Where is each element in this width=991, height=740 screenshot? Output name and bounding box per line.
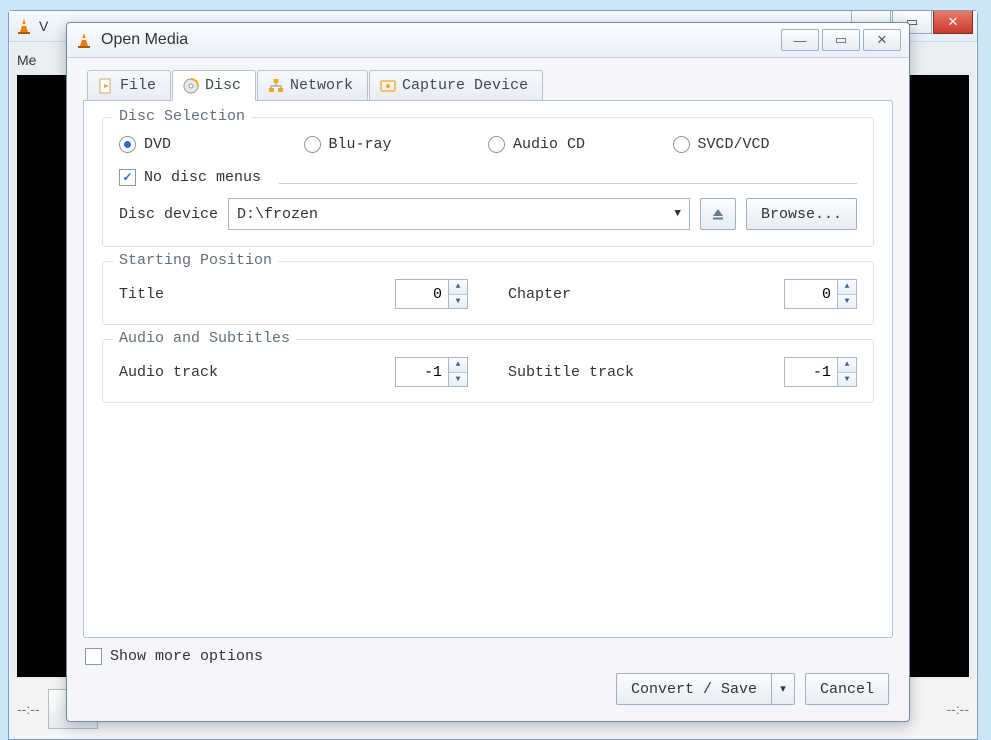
tab-network-label: Network — [290, 77, 353, 94]
vlc-cone-icon — [15, 17, 33, 35]
stepper-up-icon[interactable]: ▲ — [838, 280, 856, 295]
tab-disc-panel: Disc Selection DVD Blu-ray Audio CD — [83, 100, 893, 638]
tab-disc[interactable]: Disc — [172, 70, 256, 101]
network-icon — [268, 78, 284, 94]
convert-save-dropdown[interactable] — [772, 673, 795, 705]
dropdown-arrow-icon: ▼ — [674, 208, 681, 220]
tab-file[interactable]: File — [87, 70, 171, 101]
no-disc-menus-label: No disc menus — [144, 169, 261, 186]
radio-dvd-label: DVD — [144, 136, 171, 153]
starting-position-label: Starting Position — [113, 252, 278, 269]
convert-save-label: Convert / Save — [631, 681, 757, 698]
file-icon — [98, 78, 114, 94]
eject-button[interactable] — [700, 198, 736, 230]
vlc-cone-icon — [75, 31, 93, 49]
tab-network[interactable]: Network — [257, 70, 368, 101]
vlc-time-elapsed: --:-- — [17, 701, 40, 717]
radio-svcd-label: SVCD/VCD — [698, 136, 770, 153]
radio-icon — [488, 136, 505, 153]
stepper-down-icon[interactable]: ▼ — [838, 295, 856, 309]
stepper-up-icon[interactable]: ▲ — [449, 358, 467, 373]
cancel-button[interactable]: Cancel — [805, 673, 889, 705]
title-label: Title — [119, 286, 395, 303]
chapter-input[interactable] — [784, 279, 837, 309]
disc-device-combo[interactable]: D:\frozen ▼ — [228, 198, 690, 230]
audio-subtitles-label: Audio and Subtitles — [113, 330, 296, 347]
convert-save-split-button[interactable]: Convert / Save — [616, 673, 795, 705]
disc-selection-group: Disc Selection DVD Blu-ray Audio CD — [102, 117, 874, 247]
tab-disc-label: Disc — [205, 77, 241, 94]
subtitle-track-input[interactable] — [784, 357, 837, 387]
disc-device-label: Disc device — [119, 206, 218, 223]
radio-icon — [673, 136, 690, 153]
stepper-down-icon[interactable]: ▼ — [449, 295, 467, 309]
show-more-options-label: Show more options — [110, 648, 263, 665]
browse-button[interactable]: Browse... — [746, 198, 857, 230]
tab-file-label: File — [120, 77, 156, 94]
tab-capture-label: Capture Device — [402, 77, 528, 94]
show-more-options-checkbox[interactable] — [85, 648, 102, 665]
disc-icon — [183, 78, 199, 94]
tab-capture[interactable]: Capture Device — [369, 70, 543, 101]
radio-icon — [119, 136, 136, 153]
vlc-time-total: --:-- — [946, 701, 969, 717]
browse-button-label: Browse... — [761, 206, 842, 223]
dialog-minimize-button[interactable]: — — [781, 29, 819, 51]
separator-line — [279, 183, 857, 184]
eject-icon — [710, 206, 726, 222]
vlc-menu-item[interactable]: Me — [17, 52, 36, 68]
radio-bluray-label: Blu-ray — [329, 136, 392, 153]
dialog-close-button[interactable]: ✕ — [863, 29, 901, 51]
stepper-down-icon[interactable]: ▼ — [838, 373, 856, 387]
dialog-title: Open Media — [101, 31, 188, 49]
starting-position-group: Starting Position Title ▲▼ Chapter ▲▼ — [102, 261, 874, 325]
dialog-titlebar: Open Media — ▭ ✕ — [67, 23, 909, 58]
convert-save-button[interactable]: Convert / Save — [616, 673, 772, 705]
audio-track-label: Audio track — [119, 364, 395, 381]
radio-audiocd[interactable]: Audio CD — [488, 136, 673, 153]
cancel-button-label: Cancel — [820, 681, 874, 698]
audio-track-input[interactable] — [395, 357, 448, 387]
capture-icon — [380, 78, 396, 94]
title-input[interactable] — [395, 279, 448, 309]
radio-bluray[interactable]: Blu-ray — [304, 136, 489, 153]
radio-icon — [304, 136, 321, 153]
open-media-dialog: Open Media — ▭ ✕ File Disc — [66, 22, 910, 722]
stepper-up-icon[interactable]: ▲ — [838, 358, 856, 373]
bg-close-button[interactable]: ✕ — [933, 11, 973, 34]
stepper-down-icon[interactable]: ▼ — [449, 373, 467, 387]
tabstrip: File Disc Network Capture Device — [83, 70, 893, 101]
audio-subtitles-group: Audio and Subtitles Audio track ▲▼ Subti… — [102, 339, 874, 403]
radio-dvd[interactable]: DVD — [119, 136, 304, 153]
disc-device-value: D:\frozen — [237, 206, 318, 223]
disc-selection-label: Disc Selection — [113, 108, 251, 125]
no-disc-menus-checkbox[interactable] — [119, 169, 136, 186]
subtitle-track-label: Subtitle track — [508, 364, 784, 381]
chapter-spinbox[interactable]: ▲▼ — [784, 280, 857, 308]
title-spinbox[interactable]: ▲▼ — [395, 280, 468, 308]
dialog-maximize-button[interactable]: ▭ — [822, 29, 860, 51]
chapter-label: Chapter — [508, 286, 784, 303]
radio-svcd[interactable]: SVCD/VCD — [673, 136, 858, 153]
radio-audiocd-label: Audio CD — [513, 136, 585, 153]
audio-track-spinbox[interactable]: ▲▼ — [395, 358, 468, 386]
subtitle-track-spinbox[interactable]: ▲▼ — [784, 358, 857, 386]
stepper-up-icon[interactable]: ▲ — [449, 280, 467, 295]
